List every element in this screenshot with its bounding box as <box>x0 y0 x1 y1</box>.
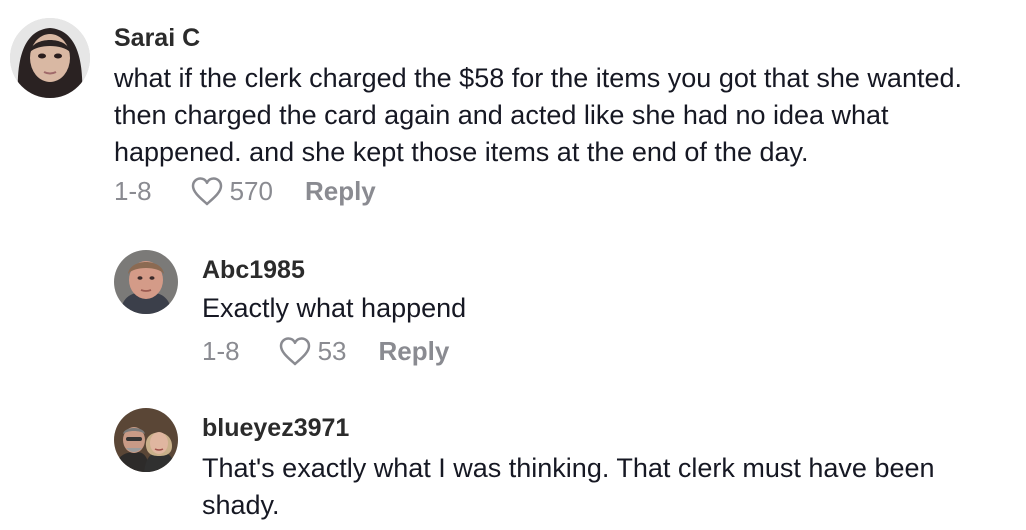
comment-date: 1-8 <box>202 335 240 366</box>
user-avatar-icon <box>10 18 90 98</box>
comment-username[interactable]: blueyez3971 <box>202 414 349 443</box>
user-avatar-icon <box>114 408 178 472</box>
like-count: 570 <box>229 175 273 206</box>
avatar[interactable] <box>114 250 178 314</box>
heart-icon <box>279 337 310 366</box>
reply-comment: Abc1985 Exactly what happend 1-8 53 Repl… <box>0 230 1026 380</box>
avatar[interactable] <box>114 408 178 472</box>
comment-text: what if the clerk charged the $58 for th… <box>114 63 962 167</box>
like-button[interactable]: 53 <box>278 336 379 367</box>
heart-icon <box>191 177 222 206</box>
comment-text: Exactly what happend <box>202 293 467 323</box>
reply-comment: blueyez3971 That's exactly what I was th… <box>0 390 1026 530</box>
like-button[interactable]: 570 <box>190 176 305 207</box>
comment-username[interactable]: Sarai C <box>114 24 200 53</box>
comment-meta: 1-8 570 Reply <box>114 174 376 208</box>
user-avatar-icon <box>114 250 178 314</box>
comment-meta: 1-8 53 Reply <box>202 334 449 368</box>
comment-text: That's exactly what I was thinking. That… <box>202 453 935 520</box>
reply-button[interactable]: Reply <box>379 336 450 367</box>
comment-username[interactable]: Abc1985 <box>202 256 305 285</box>
reply-button[interactable]: Reply <box>305 176 376 207</box>
avatar[interactable] <box>10 18 90 98</box>
comment: Sarai C what if the clerk charged the $5… <box>0 0 1026 220</box>
like-count: 53 <box>317 335 347 366</box>
comment-date: 1-8 <box>114 175 152 206</box>
